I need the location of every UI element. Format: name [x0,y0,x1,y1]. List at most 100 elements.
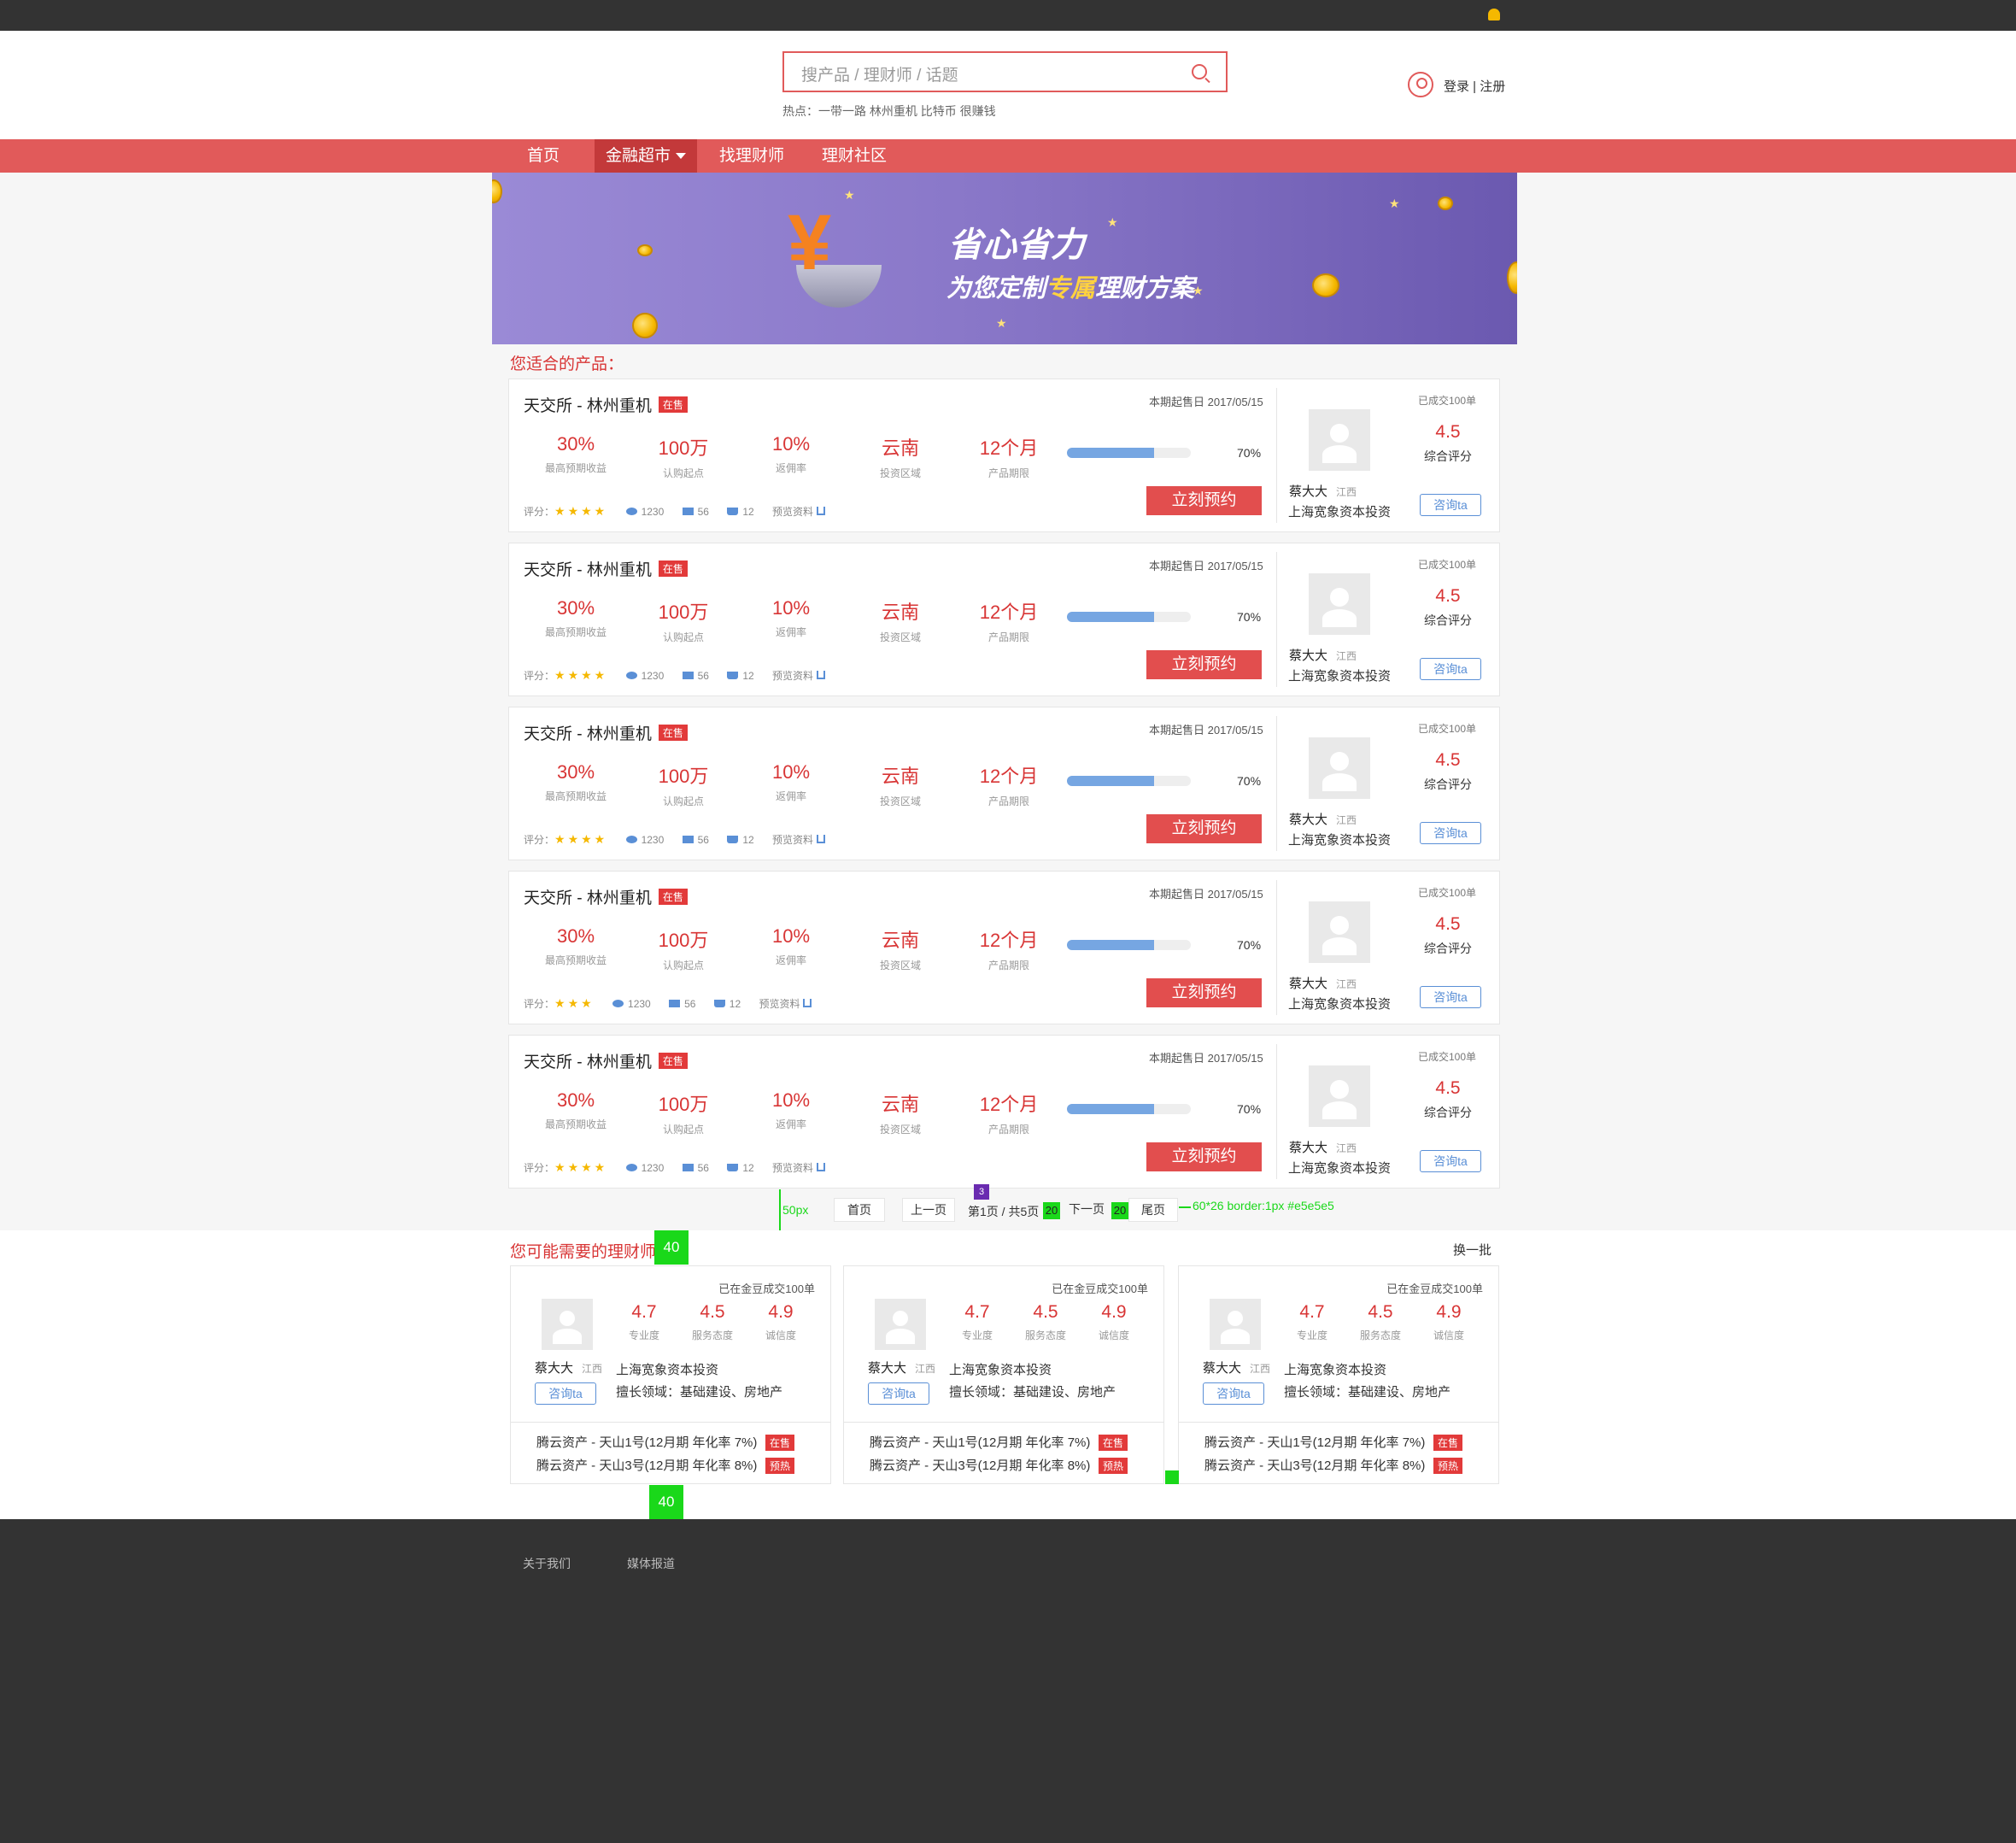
overall-score: 4.5 [1435,750,1461,770]
bell-icon[interactable] [1488,9,1500,21]
planner-card[interactable]: 已在金豆成交100单 4.7 专业度 4.5 服务态度 4.9 诚信度 蔡大大江… [1178,1265,1499,1484]
search-icon[interactable] [1192,64,1207,79]
consult-button[interactable]: 咨询ta [1420,822,1481,844]
planner-product-link[interactable]: 腾云资产 - 天山1号(12月期 年化率 7%) [1204,1433,1425,1451]
avatar[interactable] [1309,1065,1370,1127]
planner-card[interactable]: 已在金豆成交100单 4.7 专业度 4.5 服务态度 4.9 诚信度 蔡大大江… [843,1265,1164,1484]
planner-score-label: 专业度 [628,1329,659,1341]
avatar[interactable] [1309,409,1370,471]
consult-button[interactable]: 咨询ta [1420,986,1481,1008]
planner-company: 上海宽象资本投资 [949,1363,1052,1377]
consult-button[interactable]: 咨询ta [1203,1382,1264,1405]
rating-stars: ★★★★ [554,832,608,846]
product-card[interactable]: 天交所 - 林州重机 在售 本期起售日 2017/05/15 30% 最高预期收益… [508,707,1500,860]
progress-fill [1067,940,1154,950]
comments-count: 56 [697,1162,709,1174]
nav-item-label: 找理财师 [718,147,784,165]
nav-item-planners[interactable]: 找理财师 [709,139,794,173]
product-title[interactable]: 天交所 - 林州重机 在售 [524,721,688,744]
product-card[interactable]: 天交所 - 林州重机 在售 本期起售日 2017/05/15 30% 最高预期收益… [508,379,1500,532]
product-stat-label: 最高预期收益 [544,790,607,802]
login-register-link[interactable]: 登录 | 注册 [1444,77,1505,95]
download-link[interactable]: 预览资料 [772,834,829,846]
eye-icon [612,1000,624,1007]
product-stat: 12个月 产品期限 [954,597,1064,644]
nav-item-home[interactable]: 首页 [509,139,577,173]
consult-button[interactable]: 咨询ta [535,1382,596,1405]
refresh-button[interactable]: 换一批 [1453,1241,1491,1259]
cart-icon [727,1164,739,1171]
hot-topics[interactable]: 热点：一带一路 林州重机 比特币 很赚钱 [782,103,996,120]
product-card[interactable]: 天交所 - 林州重机 在售 本期起售日 2017/05/15 30% 最高预期收益… [508,1035,1500,1189]
avatar[interactable] [542,1299,593,1350]
advisor-province: 江西 [1336,814,1357,826]
coin-icon [1312,273,1339,297]
views: 1230 [612,998,651,1010]
planner-product-link[interactable]: 腾云资产 - 天山3号(12月期 年化率 8%) [870,1456,1090,1474]
search-box[interactable]: 搜产品 / 理财师 / 话题 [782,51,1228,92]
download-link[interactable]: 预览资料 [772,506,829,518]
page-first-button[interactable]: 首页 [834,1198,885,1222]
download-link[interactable]: 预览资料 [759,998,816,1010]
product-title[interactable]: 天交所 - 林州重机 在售 [524,557,688,580]
progress-bar [1067,448,1191,458]
avatar[interactable] [875,1299,926,1350]
planner-score-value: 4.5 [700,1302,725,1322]
page-last-button[interactable]: 尾页 [1128,1198,1178,1222]
download-link[interactable]: 预览资料 [772,1162,829,1174]
avatar[interactable] [1309,901,1370,963]
search-input[interactable]: 搜产品 / 理财师 / 话题 [801,62,958,85]
product-stat-value: 100万 [658,437,709,459]
consult-button[interactable]: 咨询ta [1420,1150,1481,1172]
avatar[interactable] [1309,573,1370,635]
overall-score: 4.5 [1435,914,1461,934]
product-title[interactable]: 天交所 - 林州重机 在售 [524,885,688,908]
product-stat: 30% 最高预期收益 [521,761,630,803]
consult-button[interactable]: 咨询ta [868,1382,929,1405]
product-stat: 12个月 产品期限 [954,433,1064,480]
product-title[interactable]: 天交所 - 林州重机 在售 [524,1049,688,1072]
views-count: 1230 [628,998,651,1010]
cart: 12 [727,1162,754,1174]
nav-item-community[interactable]: 理财社区 [812,139,897,173]
download-link[interactable]: 预览资料 [772,670,829,682]
book-now-button[interactable]: 立刻预约 [1146,978,1262,1007]
deal-count: 已成交100单 [1418,723,1477,735]
nav-item-market[interactable]: 金融超市 [595,139,697,173]
consult-button[interactable]: 咨询ta [1420,658,1481,680]
download-icon [817,835,826,843]
user-icon[interactable] [1408,72,1433,97]
book-now-button[interactable]: 立刻预约 [1146,1142,1262,1171]
planner-card[interactable]: 已在金豆成交100单 4.7 专业度 4.5 服务态度 4.9 诚信度 蔡大大江… [510,1265,831,1484]
progress-label: 70% [1237,938,1262,952]
download-label: 预览资料 [772,506,814,518]
footer-link-media[interactable]: 媒体报道 [627,1555,675,1572]
book-now-button[interactable]: 立刻预约 [1146,814,1262,843]
avatar[interactable] [1309,737,1370,799]
product-stat: 10% 返佣率 [736,925,846,967]
planner-product-link[interactable]: 腾云资产 - 天山1号(12月期 年化率 7%) [870,1433,1090,1451]
deal-count: 已成交100单 [1418,559,1477,571]
promo-banner[interactable]: ★ ★ ★ ★ ★ ¥ 省心省力 为您定制专属理财方案 [492,173,1517,344]
product-stat: 100万 认购起点 [629,761,738,808]
avatar[interactable] [1210,1299,1261,1350]
divider [1276,1044,1277,1179]
consult-button[interactable]: 咨询ta [1420,494,1481,516]
book-now-button[interactable]: 立刻预约 [1146,650,1262,679]
cart-icon [727,508,739,515]
cart: 12 [727,834,754,846]
planner-product-link[interactable]: 腾云资产 - 天山3号(12月期 年化率 8%) [536,1456,757,1474]
planner-product-link[interactable]: 腾云资产 - 天山3号(12月期 年化率 8%) [1204,1456,1425,1474]
book-now-button[interactable]: 立刻预约 [1146,486,1262,515]
footer-link-about[interactable]: 关于我们 [523,1555,571,1572]
planner-product-link[interactable]: 腾云资产 - 天山1号(12月期 年化率 7%) [536,1433,757,1451]
product-stat-value: 12个月 [979,602,1039,623]
page-next-button[interactable]: 下一页 [1062,1198,1111,1222]
product-card[interactable]: 天交所 - 林州重机 在售 本期起售日 2017/05/15 30% 最高预期收益… [508,871,1500,1024]
planner-score: 4.5 服务态度 [1346,1302,1415,1342]
page-prev-button[interactable]: 上一页 [902,1198,955,1222]
product-card[interactable]: 天交所 - 林州重机 在售 本期起售日 2017/05/15 30% 最高预期收益… [508,543,1500,696]
progress-fill [1067,448,1154,458]
status-badge: 在售 [658,561,688,577]
product-title[interactable]: 天交所 - 林州重机 在售 [524,393,688,416]
